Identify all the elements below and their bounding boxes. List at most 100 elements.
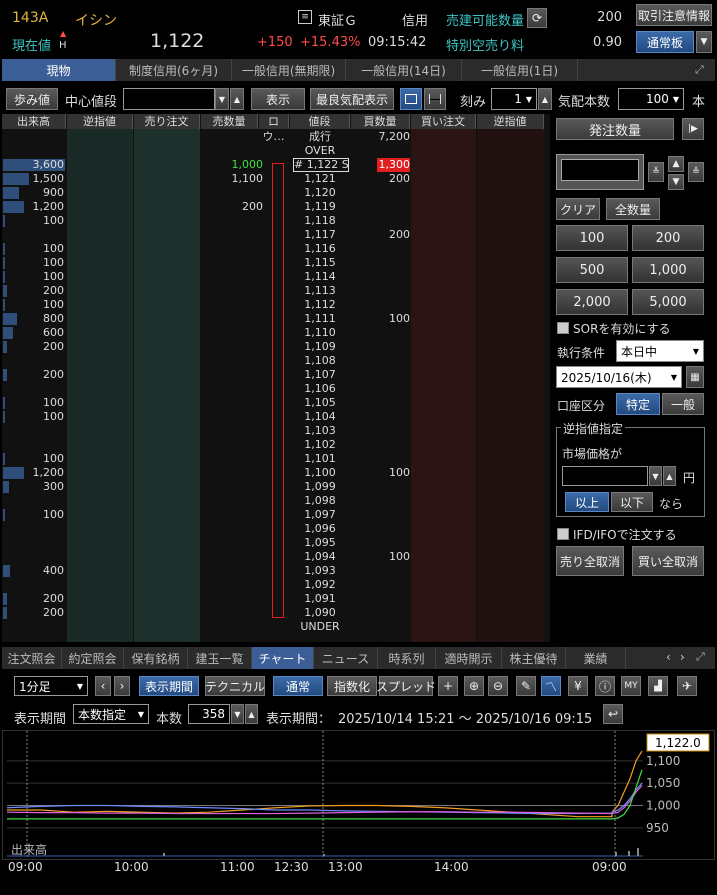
account-ippan-button[interactable]: 一般	[662, 393, 704, 415]
document-icon[interactable]: ≡	[298, 10, 312, 24]
cancel-all-sell-button[interactable]: 売り全取消	[556, 546, 624, 576]
tab-info-1[interactable]: 約定照会	[62, 647, 124, 669]
split-view-icon[interactable]	[424, 88, 446, 110]
tab-info-9[interactable]: 業績	[566, 647, 626, 669]
center-price-up-icon[interactable]: ▲	[230, 88, 244, 110]
bar-chart-icon[interactable]: ▟	[648, 676, 668, 696]
above-button[interactable]: 以上	[565, 492, 609, 512]
technical-button[interactable]: テクニカル	[205, 676, 265, 696]
period-button[interactable]: 表示期間	[139, 676, 199, 696]
qty-down-icon[interactable]: ▼	[668, 174, 684, 190]
volume-cell: 100	[43, 214, 64, 227]
panel-toggle-icon[interactable]: |▶	[682, 118, 704, 140]
ifd-checkbox[interactable]	[557, 528, 569, 540]
account-tokutei-button[interactable]: 特定	[616, 393, 660, 415]
tab-seido[interactable]: 制度信用(6ヶ月)	[116, 59, 232, 81]
tick-up-icon[interactable]: ▲	[538, 88, 552, 110]
tab-info-6[interactable]: 時系列	[378, 647, 436, 669]
my-chart-icon[interactable]: MY	[621, 676, 641, 696]
tab-ippan-mukigen[interactable]: 一般信用(無期限)	[232, 59, 346, 81]
all-qty-button[interactable]: 全数量	[606, 198, 660, 220]
buy-qty-cell: 1,300	[377, 158, 410, 172]
qty-100-button[interactable]: 100	[556, 225, 628, 251]
tab-info-5[interactable]: ニュース	[314, 647, 378, 669]
exec-cond-select[interactable]: 本日中 ▼	[616, 340, 704, 362]
line-chart-icon[interactable]: 〽	[541, 676, 561, 696]
clear-button[interactable]: クリア	[556, 198, 600, 220]
count-up-icon[interactable]: ▲	[245, 704, 258, 724]
bottom-expand-icon[interactable]: ⤢	[696, 650, 705, 664]
notice-button[interactable]: 取引注意情報	[636, 4, 712, 26]
qty-2000-button[interactable]: 2,000	[556, 289, 628, 315]
show-button[interactable]: 表示	[251, 88, 305, 110]
pencil-icon[interactable]: ✎	[516, 676, 536, 696]
tab-ippan-14[interactable]: 一般信用(14日)	[346, 59, 462, 81]
refresh-icon[interactable]: ⟳	[527, 8, 547, 28]
stop-price-input[interactable]	[562, 466, 648, 486]
tab-info-0[interactable]: 注文照会	[2, 647, 62, 669]
board-type-button[interactable]: 通常板	[636, 31, 694, 53]
qty-500-button[interactable]: 500	[556, 257, 628, 283]
yen-icon[interactable]: ¥	[568, 676, 588, 696]
calendar-icon[interactable]: ▦	[686, 366, 704, 388]
zoom-in-icon[interactable]: ⊕	[464, 676, 484, 696]
volume-bar	[163, 853, 165, 856]
qty-1000-button[interactable]: 1,000	[632, 257, 704, 283]
tab-info-4[interactable]: チャート	[252, 647, 314, 669]
center-price-input[interactable]	[123, 88, 215, 110]
period-mode-select[interactable]: 本数指定 ▼	[73, 704, 149, 724]
price-cell: 1,099	[304, 480, 336, 493]
tab-info-2[interactable]: 保有銘柄	[124, 647, 188, 669]
date-select[interactable]: 2025/10/16(木) ▼	[556, 366, 682, 388]
book-row[interactable]: 成行 7,200	[2, 130, 550, 144]
cancel-all-buy-button[interactable]: 買い全取消	[632, 546, 704, 576]
book-row[interactable]: UNDER	[2, 620, 550, 634]
tab-genbutsu[interactable]: 現物	[2, 59, 116, 81]
normal-button[interactable]: 通常	[273, 676, 323, 696]
qty-200-button[interactable]: 200	[632, 225, 704, 251]
stop-price-up-icon[interactable]: ▲	[663, 466, 676, 486]
sor-label: SORを有効にする	[573, 322, 671, 336]
price-cell: 1,118	[304, 214, 336, 227]
board-dropdown-icon[interactable]: ▼	[696, 31, 712, 53]
expand-icon[interactable]: ⤢	[695, 63, 715, 77]
volume-cell	[2, 550, 64, 564]
next-icon[interactable]: ›	[114, 676, 130, 696]
best-quote-button[interactable]: 最良気配表示	[310, 88, 394, 110]
count-input[interactable]: 358	[188, 704, 230, 724]
qty-input[interactable]	[561, 159, 639, 181]
count-down-icon[interactable]: ▼	[231, 704, 244, 724]
order-qty-button[interactable]: 発注数量	[556, 118, 674, 140]
tab-scroll-left-icon[interactable]: ‹	[666, 650, 671, 664]
qty-step-up-icon[interactable]: ≙	[688, 162, 704, 182]
sell-qty-label: 売建可能数量	[446, 14, 525, 29]
tick-input[interactable]: 1 ▼	[491, 88, 537, 110]
tab-info-8[interactable]: 株主優待	[502, 647, 566, 669]
qty-up-icon[interactable]: ▲	[668, 156, 684, 172]
tab-info-7[interactable]: 適時開示	[436, 647, 502, 669]
qty-step-down-icon[interactable]: ≚	[648, 162, 664, 182]
stop-price-dropdown-icon[interactable]: ▼	[649, 466, 662, 486]
buy-qty-cell	[351, 578, 410, 592]
tab-info-3[interactable]: 建玉一覧	[188, 647, 252, 669]
single-view-icon[interactable]	[400, 88, 422, 110]
price-chart[interactable]: 1,100 1,050 1,000 950 1,122.0 出来高	[2, 730, 715, 860]
book-row[interactable]: OVER	[2, 144, 550, 158]
center-price-dropdown-icon[interactable]: ▼	[215, 88, 229, 110]
zoom-out-icon[interactable]: ⊖	[488, 676, 508, 696]
wrench-icon[interactable]: ✈	[677, 676, 697, 696]
ayumi-button[interactable]: 歩み値	[6, 88, 58, 110]
reset-range-icon[interactable]: ↩	[603, 704, 623, 724]
index-button[interactable]: 指数化	[327, 676, 377, 696]
qty-5000-button[interactable]: 5,000	[632, 289, 704, 315]
below-button[interactable]: 以下	[611, 492, 653, 512]
interval-select[interactable]: 1分足 ▼	[14, 676, 88, 696]
prev-icon[interactable]: ‹	[95, 676, 111, 696]
spread-button[interactable]: スプレッド	[376, 676, 436, 696]
tab-ippan-1[interactable]: 一般信用(1日)	[462, 59, 578, 81]
crosshair-icon[interactable]: +	[438, 676, 458, 696]
quote-count-select[interactable]: 100 ▼	[618, 88, 684, 110]
sor-checkbox[interactable]	[557, 322, 569, 334]
tab-scroll-right-icon[interactable]: ›	[680, 650, 685, 664]
info-icon[interactable]: ⓘ	[595, 676, 615, 696]
